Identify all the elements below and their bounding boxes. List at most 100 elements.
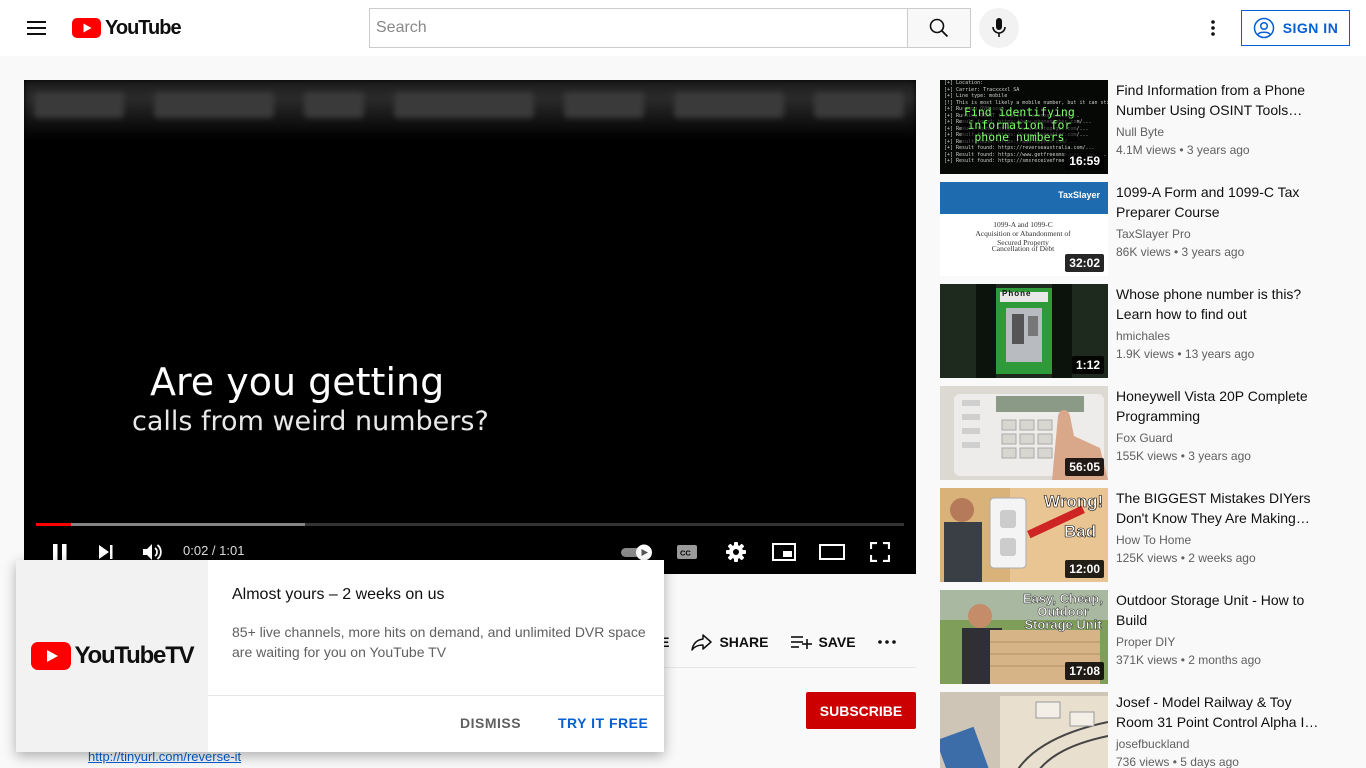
related-video-item[interactable]: Wrong! Bad 12:00 The BIGGEST Mistakes DI… — [940, 488, 1340, 582]
video-title[interactable]: Outdoor Storage Unit - How to Build — [1116, 590, 1326, 630]
duration-badge: 12:00 — [1065, 560, 1104, 578]
search-icon — [929, 18, 949, 38]
autoplay-toggle-icon — [621, 544, 652, 561]
video-metadata: 1.9K views • 13 years ago — [1116, 347, 1255, 361]
channel-name[interactable]: Proper DIY — [1116, 635, 1175, 649]
thumbnail-text-wrong: Wrong! — [1044, 492, 1104, 512]
related-video-item[interactable]: 56:05 Honeywell Vista 20P Complete Progr… — [940, 386, 1340, 480]
skip-next-icon — [99, 545, 113, 559]
theater-mode-button[interactable] — [814, 536, 850, 568]
subscribe-button[interactable]: SUBSCRIBE — [806, 692, 916, 729]
thumbnail-brand: TaxSlayer — [1058, 190, 1100, 200]
promo-divider — [208, 695, 664, 696]
vertical-dots-icon — [1211, 20, 1215, 36]
time-display: 0:02 / 1:01 — [183, 543, 245, 558]
share-button[interactable]: SHARE — [691, 633, 768, 651]
video-thumbnail[interactable]: Phone 1:12 — [940, 284, 1108, 378]
video-thumbnail[interactable]: Wrong! Bad 12:00 — [940, 488, 1108, 582]
related-video-item[interactable]: [+] Location: [+] Carrier: Tracxxxxl SA … — [940, 80, 1340, 174]
fullscreen-icon — [870, 542, 890, 562]
related-video-item[interactable]: Easy, Cheap, Outdoor Storage Unit 17:08 … — [940, 590, 1340, 684]
progress-bar[interactable] — [36, 523, 904, 526]
save-label: SAVE — [818, 634, 856, 650]
video-caption-line2: calls from weird numbers? — [132, 406, 489, 437]
thumbnail-subtext: Cancellation of Debt — [991, 244, 1055, 253]
video-metadata: 736 views • 5 days ago — [1116, 755, 1239, 768]
video-thumbnail[interactable]: 56:05 — [940, 386, 1108, 480]
duration-badge: 16:59 — [1065, 152, 1104, 170]
pause-icon — [53, 544, 67, 560]
microphone-icon — [992, 18, 1006, 37]
sign-in-button[interactable]: SIGN IN — [1241, 10, 1350, 46]
duration-badge: 56:05 — [1065, 458, 1104, 476]
channel-name[interactable]: How To Home — [1116, 533, 1191, 547]
video-thumbnail[interactable]: TaxSlayer 1099-A and 1099-C Acquisition … — [940, 182, 1108, 276]
svg-text:CC: CC — [680, 549, 691, 558]
channel-name[interactable]: Null Byte — [1116, 125, 1164, 139]
thumbnail-text: 1099-A and 1099-C Acquisition or Abandon… — [975, 220, 1071, 247]
youtube-play-icon — [30, 642, 71, 670]
video-title[interactable]: Josef - Model Railway & Toy Room 31 Poin… — [1116, 692, 1326, 732]
duration-badge: 1:12 — [1071, 356, 1104, 374]
subtitles-button[interactable]: CC — [669, 536, 705, 568]
duration-badge: 32:02 — [1065, 254, 1104, 272]
video-caption-line1: Are you getting — [150, 360, 445, 404]
duration-badge: 17:08 — [1065, 662, 1104, 680]
voice-search-button[interactable] — [979, 8, 1019, 48]
video-title[interactable]: Find Information from a Phone Number Usi… — [1116, 80, 1326, 120]
related-video-item[interactable]: TaxSlayer 1099-A and 1099-C Acquisition … — [940, 182, 1340, 276]
channel-name[interactable]: Fox Guard — [1116, 431, 1173, 445]
progress-played — [36, 523, 71, 526]
promo-body: 85+ live channels, more hits on demand, … — [232, 624, 646, 660]
search-input[interactable] — [376, 19, 907, 37]
try-it-free-button[interactable]: TRY IT FREE — [558, 715, 648, 731]
settings-more-button[interactable] — [1197, 12, 1229, 44]
settings-button[interactable] — [718, 536, 754, 568]
gear-icon — [726, 542, 746, 562]
guide-menu-icon[interactable] — [16, 8, 56, 48]
channel-name[interactable]: hmichales — [1116, 329, 1170, 343]
account-icon — [1253, 17, 1274, 39]
youtube-logo[interactable]: YouTube — [72, 16, 182, 40]
video-actions: KE SHARE SAVE — [650, 626, 918, 658]
video-thumbnail[interactable]: [+] Location: [+] Carrier: Tracxxxxl SA … — [940, 80, 1108, 174]
blurred-video-content — [24, 80, 916, 140]
closed-captions-icon: CC — [677, 545, 697, 559]
video-title[interactable]: The BIGGEST Mistakes DIYers Don't Know T… — [1116, 488, 1326, 528]
save-button[interactable]: SAVE — [790, 634, 856, 650]
masthead: YouTube SIGN IN — [0, 0, 1366, 56]
dismiss-button[interactable]: DISMISS — [460, 715, 521, 731]
share-icon — [691, 634, 713, 651]
video-metadata: 86K views • 3 years ago — [1116, 245, 1245, 259]
related-video-item[interactable]: Josef - Model Railway & Toy Room 31 Poin… — [940, 692, 1340, 768]
search-box — [369, 8, 908, 48]
video-thumbnail[interactable]: Easy, Cheap, Outdoor Storage Unit 17:08 — [940, 590, 1108, 684]
horizontal-dots-icon — [877, 640, 896, 644]
miniplayer-button[interactable] — [766, 536, 802, 568]
youtube-tv-logo: YouTubeTV — [16, 560, 208, 752]
thumbnail-text: Easy, Cheap, Outdoor Storage Unit — [1023, 591, 1103, 632]
search-button[interactable] — [907, 8, 971, 48]
thumbnail-headline: Find identifying information for phone n… — [962, 105, 1077, 144]
youtube-tv-promo-dialog: YouTubeTV Almost yours – 2 weeks on us 8… — [16, 560, 664, 752]
more-actions-button[interactable] — [877, 640, 896, 644]
add-to-playlist-icon — [791, 636, 813, 649]
related-video-item[interactable]: Phone 1:12 Whose phone number is this? L… — [940, 284, 1340, 378]
channel-name[interactable]: TaxSlayer Pro — [1116, 227, 1191, 241]
video-player[interactable]: Are you getting calls from weird numbers… — [24, 80, 916, 574]
video-title[interactable]: Whose phone number is this? Learn how to… — [1116, 284, 1326, 324]
video-title[interactable]: Honeywell Vista 20P Complete Programming — [1116, 386, 1326, 426]
channel-name[interactable]: josefbuckland — [1116, 737, 1189, 751]
promo-title: Almost yours – 2 weeks on us — [232, 586, 445, 603]
fullscreen-button[interactable] — [862, 536, 898, 568]
sign-in-label: SIGN IN — [1282, 20, 1339, 36]
video-thumbnail[interactable] — [940, 692, 1108, 768]
youtube-tv-logo-text: YouTubeTV — [74, 642, 195, 669]
divider — [650, 667, 916, 668]
volume-icon — [143, 544, 162, 560]
video-metadata: 4.1M views • 3 years ago — [1116, 143, 1250, 157]
video-title[interactable]: 1099-A Form and 1099-C Tax Preparer Cour… — [1116, 182, 1326, 222]
share-label: SHARE — [719, 634, 769, 650]
logo-text: YouTube — [105, 16, 182, 39]
video-metadata: 371K views • 2 months ago — [1116, 653, 1261, 667]
